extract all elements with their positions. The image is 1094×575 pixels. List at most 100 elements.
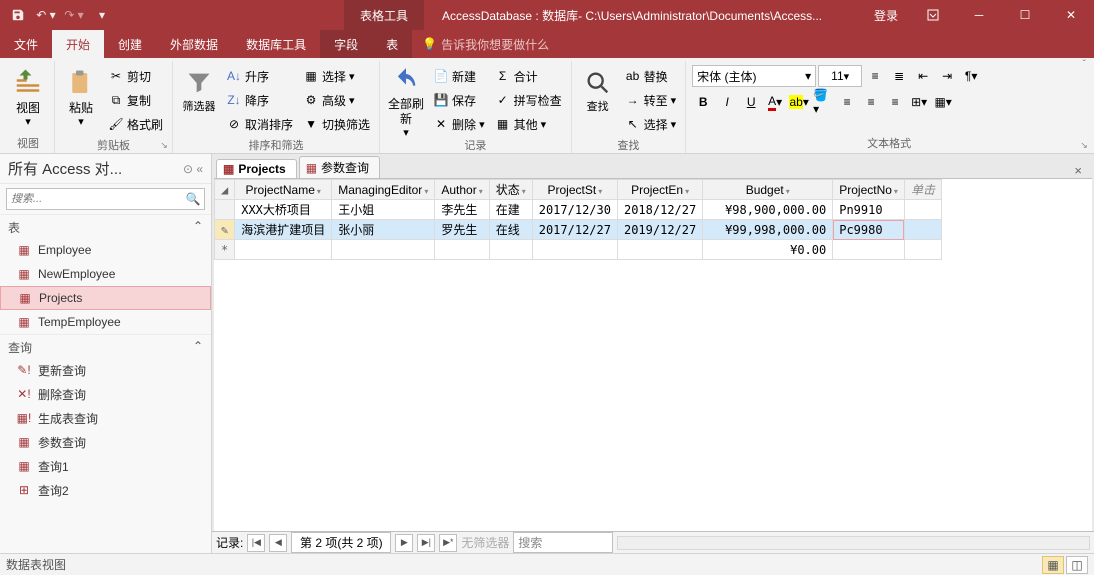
- row-selector-new[interactable]: *: [215, 240, 235, 260]
- collapse-ribbon-icon[interactable]: ˇ: [1083, 59, 1086, 70]
- clipboard-launcher-icon[interactable]: ↘: [158, 139, 170, 151]
- cell[interactable]: [904, 220, 941, 240]
- maximize-icon[interactable]: ☐: [1002, 0, 1048, 30]
- nav-query-delete[interactable]: ✕!删除查询: [0, 382, 211, 406]
- redo-icon[interactable]: ↷ ▾: [62, 3, 86, 27]
- row-selector[interactable]: [215, 200, 235, 220]
- h-scrollbar[interactable]: [617, 536, 1090, 550]
- tab-home[interactable]: 开始: [52, 30, 104, 58]
- tell-me[interactable]: 💡 告诉我你想要做什么: [422, 30, 549, 58]
- first-record-icon[interactable]: |◀: [247, 534, 265, 552]
- sign-in-label[interactable]: 登录: [862, 7, 910, 24]
- alt-row-icon[interactable]: ▦▾: [932, 91, 954, 113]
- align-left-icon[interactable]: ≡: [836, 91, 858, 113]
- more-button[interactable]: ▦其他 ▾: [492, 113, 565, 135]
- cell[interactable]: 2017/12/27: [532, 220, 617, 240]
- record-search[interactable]: 搜索: [513, 532, 613, 553]
- design-view-icon[interactable]: ◫: [1066, 556, 1088, 574]
- nav-options-icon[interactable]: ⊙ «: [183, 162, 203, 176]
- nav-query-param[interactable]: ▦参数查询: [0, 430, 211, 454]
- cell[interactable]: [617, 240, 702, 260]
- col-projectname[interactable]: ProjectName▾: [235, 180, 332, 200]
- select-obj-button[interactable]: ↖选择 ▾: [622, 113, 680, 135]
- new-record-nav-icon[interactable]: ▶*: [439, 534, 457, 552]
- cell[interactable]: 王小姐: [332, 200, 435, 220]
- advanced-button[interactable]: ⚙高级 ▾: [300, 89, 373, 111]
- datasheet-view-icon[interactable]: ▦: [1042, 556, 1064, 574]
- cell[interactable]: 张小丽: [332, 220, 435, 240]
- tab-create[interactable]: 创建: [104, 30, 156, 58]
- ascending-button[interactable]: A↓升序: [223, 65, 296, 87]
- save-icon[interactable]: [6, 3, 30, 27]
- font-size-combo[interactable]: 11 ▾: [818, 65, 862, 87]
- table-row[interactable]: XXX大桥项目 王小姐 李先生 在建 2017/12/30 2018/12/27…: [215, 200, 942, 220]
- cell[interactable]: 罗先生: [435, 220, 489, 240]
- nav-pane-title[interactable]: 所有 Access 对...: [8, 158, 122, 179]
- nav-table-newemployee[interactable]: ▦NewEmployee: [0, 262, 211, 286]
- delete-record-button[interactable]: ✕删除 ▾: [430, 113, 488, 135]
- tab-file[interactable]: 文件: [0, 30, 52, 58]
- toggle-filter-button[interactable]: ▼切换筛选: [300, 113, 373, 135]
- cell[interactable]: 李先生: [435, 200, 489, 220]
- cell[interactable]: 2017/12/30: [532, 200, 617, 220]
- underline-icon[interactable]: U: [740, 91, 762, 113]
- minimize-icon[interactable]: ─: [956, 0, 1002, 30]
- close-tab-icon[interactable]: ×: [1074, 163, 1082, 178]
- row-selector-edit[interactable]: ✎: [215, 220, 235, 240]
- nav-query-maketable[interactable]: ▦!生成表查询: [0, 406, 211, 430]
- doc-tab-paramquery[interactable]: ▦参数查询: [299, 156, 380, 178]
- tab-dbtools[interactable]: 数据库工具: [232, 30, 320, 58]
- font-name-combo[interactable]: 宋体 (主体)▾: [692, 65, 816, 87]
- cell[interactable]: [833, 240, 905, 260]
- close-icon[interactable]: ✕: [1048, 0, 1094, 30]
- col-projectno[interactable]: ProjectNo▾: [833, 180, 905, 200]
- paste-button[interactable]: 粘贴▾: [61, 65, 101, 131]
- descending-button[interactable]: Z↓降序: [223, 89, 296, 111]
- tab-field[interactable]: 字段: [320, 30, 372, 58]
- table-row[interactable]: ✎ 海滨港扩建项目 张小丽 罗先生 在线 2017/12/27 2019/12/…: [215, 220, 942, 240]
- format-painter-button[interactable]: 🖌格式刷: [105, 113, 166, 135]
- cell[interactable]: 在建: [489, 200, 532, 220]
- filter-button[interactable]: 筛选器: [179, 65, 219, 131]
- col-budget[interactable]: Budget▾: [703, 180, 833, 200]
- indent-dec-icon[interactable]: ⇤: [912, 65, 934, 87]
- col-projecten[interactable]: ProjectEn▾: [617, 180, 702, 200]
- prev-record-icon[interactable]: ◀: [269, 534, 287, 552]
- align-center-icon[interactable]: ≡: [860, 91, 882, 113]
- ribbon-options-icon[interactable]: [910, 0, 956, 30]
- nav-search[interactable]: 🔍: [6, 188, 205, 210]
- view-button[interactable]: 视图▾: [8, 65, 48, 131]
- spell-check-button[interactable]: ✓拼写检查: [492, 89, 565, 111]
- cell[interactable]: [489, 240, 532, 260]
- datasheet[interactable]: ◢ ProjectName▾ ManagingEditor▾ Author▾ 状…: [214, 178, 1092, 531]
- highlight-icon[interactable]: ab▾: [788, 91, 810, 113]
- search-icon[interactable]: 🔍: [182, 192, 204, 206]
- undo-icon[interactable]: ↶ ▾: [34, 3, 58, 27]
- nav-table-projects[interactable]: ▦Projects: [0, 286, 211, 310]
- italic-icon[interactable]: I: [716, 91, 738, 113]
- col-author[interactable]: Author▾: [435, 180, 489, 200]
- find-button[interactable]: 查找: [578, 65, 618, 131]
- cell[interactable]: Pn9910: [833, 200, 905, 220]
- col-projectst[interactable]: ProjectSt▾: [532, 180, 617, 200]
- cell[interactable]: [235, 240, 332, 260]
- sum-button[interactable]: Σ合计: [492, 65, 565, 87]
- tab-table[interactable]: 表: [372, 30, 412, 58]
- col-status[interactable]: 状态▾: [489, 180, 532, 200]
- font-color-icon[interactable]: A▾: [764, 91, 786, 113]
- cell[interactable]: [332, 240, 435, 260]
- cell[interactable]: 在线: [489, 220, 532, 240]
- cell[interactable]: 海滨港扩建项目: [235, 220, 332, 240]
- cell[interactable]: 2018/12/27: [617, 200, 702, 220]
- save-record-button[interactable]: 💾保存: [430, 89, 488, 111]
- fill-color-icon[interactable]: 🪣▾: [812, 91, 834, 113]
- align-right-icon[interactable]: ≡: [884, 91, 906, 113]
- cell[interactable]: ¥98,900,000.00: [703, 200, 833, 220]
- bullets-icon[interactable]: ≡: [864, 65, 886, 87]
- row-selector-header[interactable]: ◢: [215, 180, 235, 200]
- cell[interactable]: [532, 240, 617, 260]
- next-record-icon[interactable]: ▶: [395, 534, 413, 552]
- cell[interactable]: [435, 240, 489, 260]
- last-record-icon[interactable]: ▶|: [417, 534, 435, 552]
- gridlines-icon[interactable]: ⊞▾: [908, 91, 930, 113]
